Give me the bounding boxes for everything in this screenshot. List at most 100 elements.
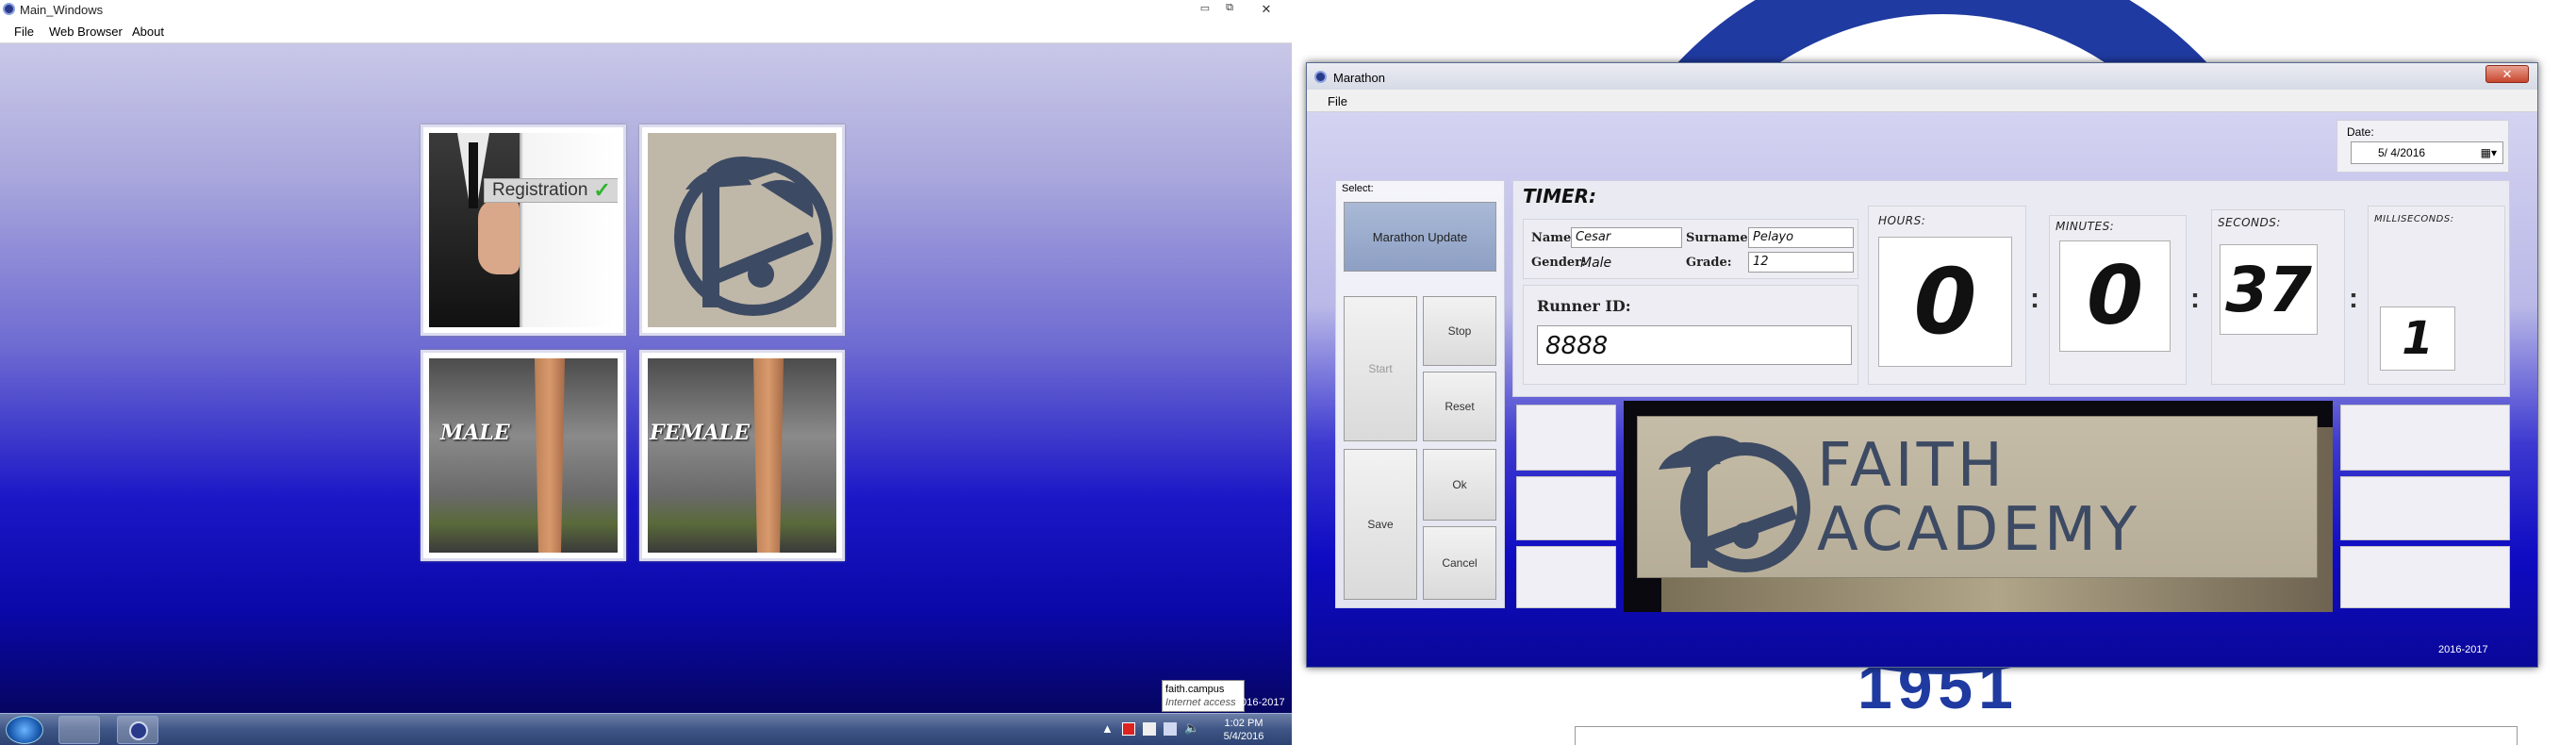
runner-id-field[interactable]: 8888 (1537, 325, 1852, 365)
hours-display: 0 (1878, 237, 2012, 367)
female-label: FEMALE (650, 421, 751, 445)
side-square-left-1 (1516, 405, 1616, 471)
grade-label: Grade: (1686, 256, 1732, 270)
minutes-display: 0 (2059, 240, 2171, 352)
runner-legs-image (753, 358, 784, 553)
seconds-box: SECONDS: 37 (2211, 209, 2345, 385)
restore-button[interactable]: ⧉ (1220, 2, 1239, 16)
checkmark-icon: ✓ (593, 178, 611, 202)
corner-year-text: 2016-2017 (1235, 697, 1285, 708)
grade-field[interactable]: 12 (1748, 252, 1854, 273)
seconds-milliseconds-separator: : (2349, 283, 2358, 314)
hours-box: HOURS: 0 (1868, 206, 2026, 385)
clock-date: 5/4/2016 (1223, 731, 1264, 742)
menu-file[interactable]: File (14, 25, 34, 39)
marathon-window: Marathon ✕ File Date: 5/ 4/2016 ▦▾ Selec… (1306, 62, 2538, 668)
surname-field[interactable]: Pelayo (1748, 227, 1854, 248)
name-field[interactable]: Cesar (1571, 227, 1682, 248)
side-square-right-2 (2340, 476, 2510, 540)
minutes-label: MINUTES: (2056, 220, 2115, 233)
minutes-seconds-separator: : (2190, 283, 2200, 314)
start-button[interactable] (6, 716, 43, 744)
academy-logo-tile[interactable] (639, 124, 845, 336)
faith-academy-banner: FAITH ACADEMY (1637, 416, 2318, 578)
tie-shape (469, 142, 478, 208)
registration-tile[interactable]: Registration ✓ (421, 124, 626, 336)
tooltip-line2: Internet access (1165, 697, 1236, 708)
network-tooltip: faith.campus Internet access (1162, 680, 1245, 712)
runner-id-label: Runner ID: (1537, 297, 1631, 315)
female-tile[interactable]: FEMALE (639, 350, 845, 561)
marathon-close-button[interactable]: ✕ (2485, 65, 2529, 83)
male-tile[interactable]: MALE (421, 350, 626, 561)
marathon-footer-year: 2016-2017 (2438, 644, 2488, 655)
reset-button[interactable]: Reset (1423, 372, 1496, 441)
milliseconds-display: 1 (2380, 306, 2455, 371)
stop-button[interactable]: Stop (1423, 296, 1496, 366)
main-window: Main_Windows ▭ ⧉ ✕ File Web Browser Abou… (0, 0, 1292, 745)
seconds-display: 37 (2220, 244, 2318, 335)
menu-about[interactable]: About (132, 25, 164, 39)
seconds-label: SECONDS: (2218, 216, 2281, 229)
tray-clock[interactable]: 1:02 PM 5/4/2016 (1211, 717, 1277, 743)
select-label: Select: (1342, 183, 1374, 194)
marathon-window-title: Marathon (1333, 71, 1385, 85)
marathon-body: Date: 5/ 4/2016 ▦▾ Select: Marathon Upda… (1307, 112, 2537, 667)
runner-id-box: Runner ID: 8888 (1523, 285, 1858, 385)
timer-label: TIMER: (1523, 185, 1597, 207)
milliseconds-label: MILLISECONDS: (2374, 214, 2454, 224)
cancel-button[interactable]: Cancel (1423, 526, 1496, 600)
milliseconds-box: MILLISECONDS: 1 (2368, 206, 2505, 385)
runner-legs-image (535, 358, 565, 553)
marathon-update-button[interactable]: Marathon Update (1344, 202, 1496, 272)
name-label: Name: (1531, 231, 1577, 245)
marathon-title-bar: Marathon ✕ (1307, 63, 2537, 90)
gender-value: Male (1580, 256, 1612, 271)
male-label: MALE (440, 421, 510, 445)
marathon-menu-file[interactable]: File (1328, 94, 1347, 108)
side-square-left-2 (1516, 476, 1616, 540)
palm-logo-icon (674, 157, 833, 316)
date-value: 5/ 4/2016 (2378, 146, 2426, 159)
tray-expand-icon[interactable]: ▲ (1101, 721, 1114, 736)
main-canvas: Registration ✓ MALE FEMALE faith.campus … (0, 43, 1292, 713)
timer-panel: TIMER: Name: Cesar Surname: Pelayo Gende… (1512, 180, 2510, 397)
close-button[interactable]: ✕ (1254, 2, 1279, 16)
runner-info-box: Name: Cesar Surname: Pelayo Gender: Male… (1523, 219, 1858, 279)
taskbar-app-icon[interactable] (58, 716, 100, 744)
date-panel: Date: 5/ 4/2016 ▦▾ (2337, 120, 2509, 173)
banner-line1: FAITH (1817, 431, 2006, 501)
marathon-menu-bar: File (1307, 90, 2537, 112)
registration-label: Registration ✓ (484, 178, 618, 203)
start-button[interactable]: Start (1344, 296, 1417, 441)
clock-time: 1:02 PM (1224, 718, 1263, 729)
surname-label: Surname: (1686, 231, 1753, 245)
taskbar-marathon-icon[interactable] (117, 716, 158, 744)
save-button[interactable]: Save (1344, 449, 1417, 600)
tray-windows-icon[interactable] (1143, 722, 1156, 736)
hand-shape (478, 199, 520, 274)
tooltip-line1: faith.campus (1165, 684, 1225, 695)
banner-palm-logo-icon (1659, 436, 1810, 572)
marathon-app-icon (1314, 71, 1327, 83)
hours-minutes-separator: : (2030, 283, 2039, 314)
side-square-right-3 (2340, 546, 2510, 608)
minimize-button[interactable]: ▭ (1196, 2, 1214, 16)
app-icon (3, 3, 15, 15)
calendar-icon[interactable]: ▦▾ (2481, 146, 2497, 159)
window-title: Main_Windows (20, 3, 104, 17)
date-picker[interactable]: 5/ 4/2016 ▦▾ (2351, 141, 2503, 164)
menu-web-browser[interactable]: Web Browser (49, 25, 123, 39)
taskbar: ▲ 🔈 1:02 PM 5/4/2016 (0, 713, 1292, 745)
date-label: Date: (2347, 125, 2374, 139)
tray-flag-icon[interactable] (1122, 722, 1135, 736)
menu-bar: File Web Browser About (0, 19, 1292, 43)
select-panel: Select: Marathon Update Start Stop Reset… (1335, 180, 1505, 608)
hours-label: HOURS: (1878, 214, 1926, 227)
tray-volume-icon[interactable]: 🔈 (1184, 720, 1199, 736)
ok-button[interactable]: Ok (1423, 449, 1496, 521)
background-window-edge (1575, 726, 2518, 745)
banner-line2: ACADEMY (1817, 495, 2141, 565)
side-square-right-1 (2340, 405, 2510, 471)
tray-network-icon[interactable] (1164, 722, 1177, 736)
